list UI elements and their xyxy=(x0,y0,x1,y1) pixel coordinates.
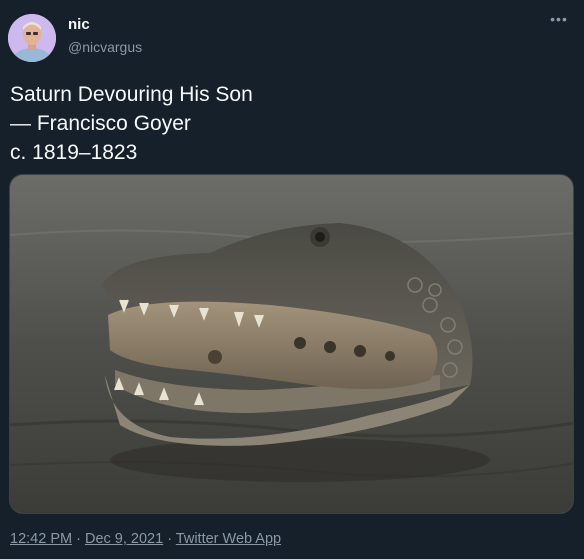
tweet-time[interactable]: 12:42 PM xyxy=(10,531,72,547)
tweet-text-line: — Francisco Goyer xyxy=(10,112,191,135)
tweet-text: Saturn Devouring His Son — Francisco Goy… xyxy=(10,80,570,167)
avatar[interactable] xyxy=(8,14,56,62)
tweet-meta: 12:42 PM · Dec 9, 2021 · Twitter Web App xyxy=(10,531,281,547)
display-name[interactable]: nic xyxy=(68,16,142,34)
tweet: nic @nicvargus ••• Saturn Devouring His … xyxy=(0,0,584,559)
more-icon[interactable]: ••• xyxy=(548,12,570,36)
meta-separator: · xyxy=(72,531,85,547)
tweet-text-line: Saturn Devouring His Son xyxy=(10,83,253,106)
user-info: nic @nicvargus xyxy=(68,16,142,56)
tweet-source[interactable]: Twitter Web App xyxy=(176,531,281,547)
tweet-date[interactable]: Dec 9, 2021 xyxy=(85,531,163,547)
tweet-media[interactable] xyxy=(9,174,574,514)
avatar-photo-icon xyxy=(8,14,56,62)
meta-separator: · xyxy=(163,531,176,547)
user-handle[interactable]: @nicvargus xyxy=(68,38,142,56)
tweet-text-line: c. 1819–1823 xyxy=(10,141,138,164)
alligator-photo-icon xyxy=(10,175,573,513)
